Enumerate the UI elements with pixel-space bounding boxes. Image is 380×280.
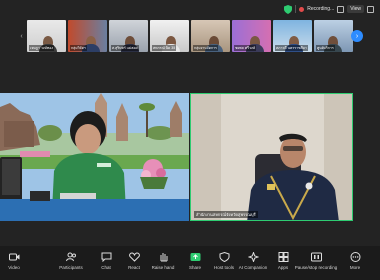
chevron-left-icon[interactable]: ‹ bbox=[17, 30, 26, 42]
ai-companion-icon bbox=[247, 252, 259, 262]
participant-name: ศูนย์บริการ bbox=[316, 45, 335, 51]
share-button[interactable]: Share bbox=[181, 252, 209, 270]
divider bbox=[295, 5, 297, 13]
gallery-tile[interactable]: กลุ่มงานจัดการ bbox=[191, 20, 230, 52]
host-tools-button-label: Host tools bbox=[213, 265, 234, 270]
video-tile-presenter[interactable] bbox=[0, 93, 189, 221]
meeting-toolbar: Video Participants Chat React Raise hand… bbox=[0, 246, 380, 280]
participants-icon bbox=[65, 252, 76, 262]
ai-companion-button[interactable]: AI Companion bbox=[239, 252, 267, 270]
gallery-tile[interactable]: กลุ่มวิจัยฯ bbox=[68, 20, 107, 52]
gallery-tile[interactable]: ส.สุรินทร์ แม่สอด bbox=[109, 20, 148, 52]
raise-hand-icon bbox=[160, 253, 167, 262]
view-button[interactable]: View bbox=[347, 5, 364, 13]
participant-name: สหกรณ์ นิด 35 bbox=[152, 45, 177, 51]
pause-recording-icon bbox=[310, 252, 322, 262]
recording-label: Recording... bbox=[307, 6, 335, 12]
host-tools-button[interactable]: Host tools bbox=[210, 252, 238, 270]
video-tile-active-speaker[interactable]: สำนักงานสหกรณ์จังหวัดสุพรรณบุรี bbox=[190, 93, 353, 221]
presenter-video bbox=[0, 93, 189, 221]
participant-name: กลุ่มวิจัยฯ bbox=[70, 45, 87, 51]
video-button[interactable]: Video bbox=[0, 252, 28, 270]
share-icon bbox=[190, 253, 200, 261]
chat-button[interactable]: Chat bbox=[92, 252, 120, 270]
participant-name: เจษฎา วงษ์ทอง bbox=[29, 45, 54, 51]
gallery-tile[interactable]: ศูนย์บริการ bbox=[314, 20, 353, 52]
pause-recording-button-label: Pause/stop recording bbox=[294, 265, 338, 270]
raise-hand-button-label: Raise hand bbox=[151, 265, 175, 270]
participants-button-label: Participants bbox=[59, 265, 83, 270]
shield-icon[interactable] bbox=[284, 4, 293, 14]
react-button-label: React bbox=[128, 265, 140, 270]
ai-companion-button-label: AI Companion bbox=[238, 265, 268, 270]
chevron-right-icon[interactable]: › bbox=[351, 30, 363, 42]
more-icon bbox=[350, 252, 360, 262]
apps-button[interactable]: Apps bbox=[269, 252, 297, 270]
pause-recording-button[interactable]: Pause/stop recording bbox=[295, 252, 337, 270]
video-icon bbox=[8, 253, 19, 261]
participant-name: ชยพล ศรีวงษ์ bbox=[234, 45, 256, 51]
gallery-tile[interactable]: สภาวดี นครราชสีมา bbox=[273, 20, 312, 52]
speaker-video bbox=[191, 94, 352, 220]
recording-dot-icon bbox=[299, 6, 305, 12]
share-button-label: Share bbox=[188, 265, 201, 270]
apps-icon bbox=[278, 252, 288, 262]
participant-name: สำนักงานสหกรณ์จังหวัดสุพรรณบุรี bbox=[194, 211, 258, 218]
react-icon bbox=[128, 252, 140, 262]
more-button[interactable]: More bbox=[341, 252, 369, 270]
chat-button-label: Chat bbox=[101, 265, 111, 270]
participant-name: ส.สุรินทร์ แม่สอด bbox=[111, 45, 139, 51]
gallery-strip: เจษฎา วงษ์ทอง กลุ่มวิจัยฯ ส.สุรินทร์ แม่… bbox=[27, 20, 353, 52]
participants-button[interactable]: Participants bbox=[57, 252, 85, 270]
more-button-label: More bbox=[349, 265, 361, 270]
raise-hand-button[interactable]: Raise hand bbox=[149, 252, 177, 270]
react-button[interactable]: React bbox=[120, 252, 148, 270]
fullscreen-icon[interactable] bbox=[367, 5, 374, 13]
gallery-tile[interactable]: สหกรณ์ นิด 35 bbox=[150, 20, 189, 52]
gallery-tile[interactable]: ชยพล ศรีวงษ์ bbox=[232, 20, 271, 52]
host-tools-icon bbox=[219, 252, 229, 262]
video-button-label: Video bbox=[8, 265, 20, 270]
grid-icon[interactable] bbox=[337, 5, 345, 13]
chat-icon bbox=[101, 252, 111, 262]
apps-button-label: Apps bbox=[277, 265, 289, 270]
participant-name: กลุ่มงานจัดการ bbox=[193, 45, 218, 51]
gallery-tile[interactable]: เจษฎา วงษ์ทอง bbox=[27, 20, 66, 52]
participant-name: สภาวดี นครราชสีมา bbox=[275, 45, 308, 51]
status-bar: Recording... View bbox=[284, 3, 374, 15]
